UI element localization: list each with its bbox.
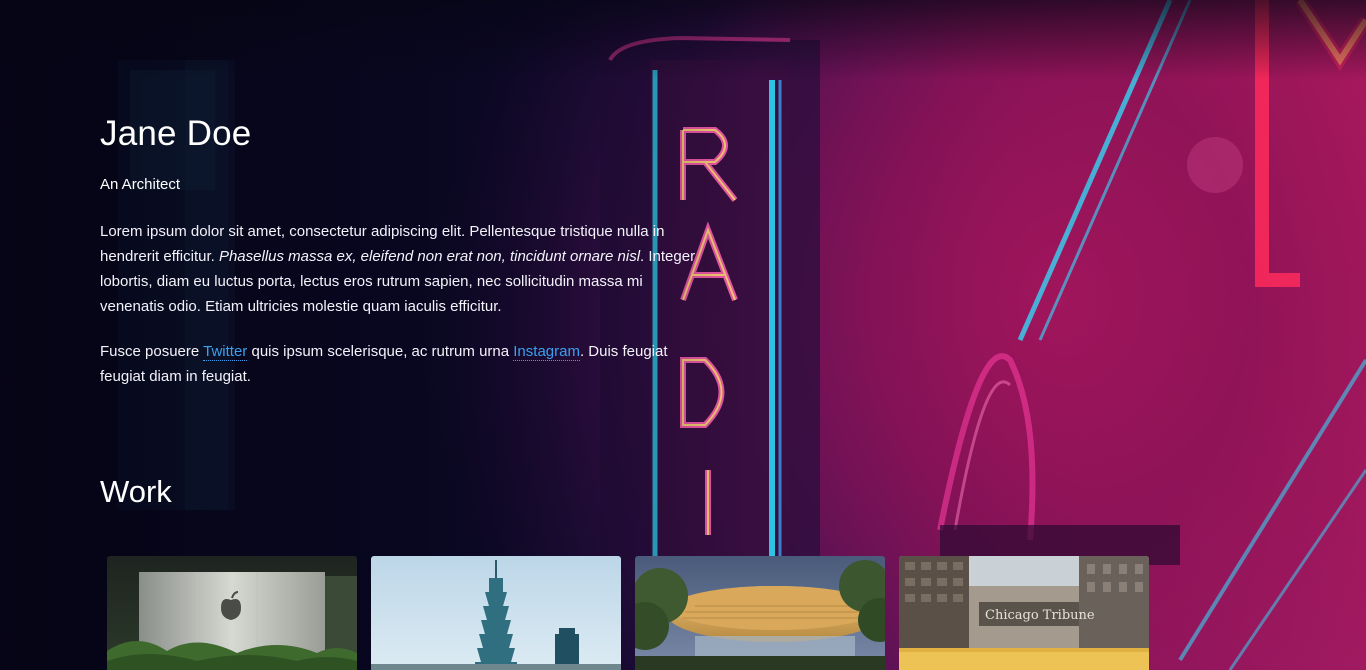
twitter-link[interactable]: Twitter: [203, 343, 248, 361]
work-item-disc-pavilion[interactable]: [635, 556, 885, 670]
intro-text: quis ipsum scelerisque, ac rutrum urna: [247, 343, 514, 360]
intro-italic-text: Phasellus massa ex, eleifend non erat no…: [218, 248, 641, 265]
work-gallery: Chicago Tribune: [107, 556, 1149, 670]
intro-paragraph-1: Lorem ipsum dolor sit amet, consectetur …: [100, 219, 710, 319]
profile-name: Jane Doe: [100, 114, 252, 153]
disc-roof-pavilion-photo: [635, 556, 885, 670]
work-item-chicago-tribune[interactable]: Chicago Tribune: [899, 556, 1149, 670]
work-item-taipei-tower[interactable]: [371, 556, 621, 670]
taipei-101-tower-photo: [371, 556, 621, 670]
chicago-tribune-building-photo: Chicago Tribune: [899, 556, 1149, 670]
profile-tagline: An Architect: [100, 176, 181, 193]
instagram-link[interactable]: Instagram: [513, 343, 580, 361]
tribune-sign-text: Chicago Tribune: [985, 608, 1095, 623]
intro-paragraph-2: Fusce posuere Twitter quis ipsum sceleri…: [100, 339, 710, 389]
work-section-title: Work: [100, 474, 172, 509]
intro-section: Jane Doe An Architect Lorem ipsum dolor …: [100, 108, 710, 409]
intro-text: Fusce posuere: [100, 343, 204, 360]
apple-store-photo: [107, 556, 357, 670]
work-item-apple-store[interactable]: [107, 556, 357, 670]
